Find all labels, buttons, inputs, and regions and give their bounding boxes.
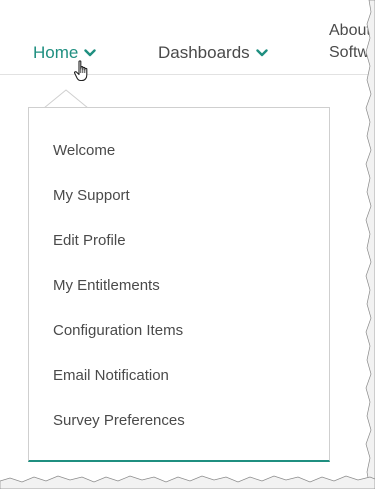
nav-home-label: Home — [33, 43, 79, 62]
menu-item-configuration-items[interactable]: Configuration Items — [53, 320, 185, 365]
dropdown-caret — [44, 89, 88, 109]
torn-edge-bottom — [0, 475, 375, 489]
menu-item-survey-preferences[interactable]: Survey Preferences — [53, 410, 185, 455]
nav-dashboards[interactable]: Dashboards — [158, 42, 268, 64]
torn-edge-right — [365, 0, 375, 489]
dropdown-menu-list: Welcome My Support Edit Profile My Entit… — [53, 140, 185, 455]
home-dropdown-menu: Welcome My Support Edit Profile My Entit… — [28, 107, 330, 462]
chevron-down-icon — [84, 49, 97, 57]
menu-item-my-support[interactable]: My Support — [53, 185, 185, 230]
menu-item-edit-profile[interactable]: Edit Profile — [53, 230, 185, 275]
nav-dashboards-label: Dashboards — [158, 43, 250, 62]
menu-item-welcome[interactable]: Welcome — [53, 140, 185, 185]
menu-item-my-entitlements[interactable]: My Entitlements — [53, 275, 185, 320]
menu-item-email-notification[interactable]: Email Notification — [53, 365, 185, 410]
top-navigation: Home Dashboards About Software — [0, 0, 375, 75]
hand-pointer-icon — [73, 60, 88, 82]
chevron-down-icon — [255, 49, 268, 57]
